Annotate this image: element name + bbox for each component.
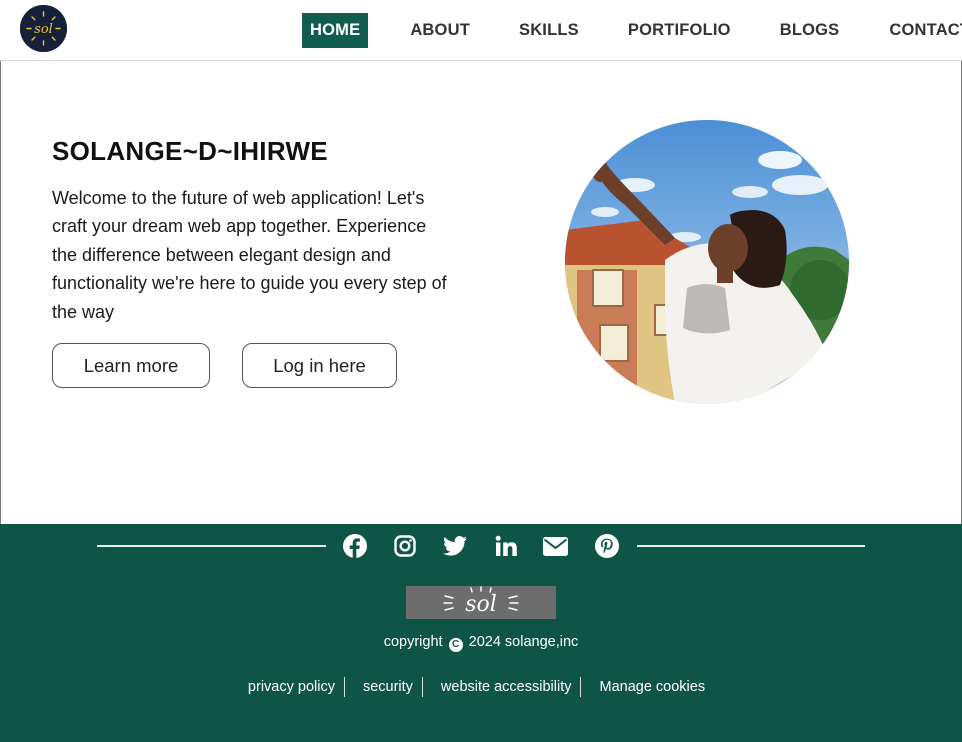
footer-brand-logo: sol	[406, 586, 556, 619]
site-footer: sol copyright C 2024 solange,inc privacy…	[0, 524, 962, 742]
copyright-icon: C	[448, 638, 463, 652]
nav-about[interactable]: ABOUT	[402, 13, 478, 48]
nav-blogs[interactable]: BLOGS	[772, 13, 848, 48]
sun-wordmark-icon: sol	[443, 586, 519, 617]
hero-description: Welcome to the future of web application…	[52, 188, 447, 322]
nav-portfolio[interactable]: PORTIFOLIO	[620, 13, 739, 48]
hero-title: SOLANGE~D~IHIRWE	[52, 136, 328, 166]
profile-photo-illustration	[565, 120, 849, 404]
twitter-icon[interactable]	[442, 533, 468, 559]
footer-divider-left	[97, 545, 326, 547]
svg-text:sol: sol	[34, 22, 53, 37]
envelope-icon[interactable]	[542, 533, 568, 559]
nav-home[interactable]: HOME	[302, 13, 369, 48]
security-link[interactable]: security	[345, 677, 423, 697]
nav-contact[interactable]: CONTACT	[881, 13, 962, 48]
main-nav: HOME ABOUT SKILLS PORTIFOLIO BLOGS CONTA…	[302, 13, 962, 48]
nav-skills[interactable]: SKILLS	[511, 13, 587, 48]
copyright-prefix: copyright	[383, 634, 443, 650]
copyright-suffix: 2024 solange,inc	[468, 634, 579, 650]
website-accessibility-link[interactable]: website accessibility	[423, 677, 582, 697]
site-logo[interactable]: sol	[20, 5, 67, 52]
site-header: sol HOME ABOUT SKILLS PORTIFOLIO BLOGS C…	[0, 0, 962, 61]
facebook-icon[interactable]	[342, 533, 368, 559]
footer-links: privacy policy security website accessib…	[0, 677, 962, 697]
profile-photo	[565, 120, 849, 404]
manage-cookies-link[interactable]: Manage cookies	[581, 677, 714, 697]
instagram-icon[interactable]	[392, 533, 418, 559]
copyright-text: copyright C 2024 solange,inc	[0, 634, 962, 652]
svg-text:sol: sol	[465, 592, 497, 617]
linkedin-icon[interactable]	[493, 533, 519, 559]
learn-more-button[interactable]: Learn more	[52, 343, 210, 388]
privacy-policy-link[interactable]: privacy policy	[248, 677, 345, 697]
footer-divider-right	[637, 545, 865, 547]
pinterest-icon[interactable]	[594, 533, 620, 559]
login-button[interactable]: Log in here	[242, 343, 397, 388]
sun-logo-icon: sol	[20, 5, 67, 52]
